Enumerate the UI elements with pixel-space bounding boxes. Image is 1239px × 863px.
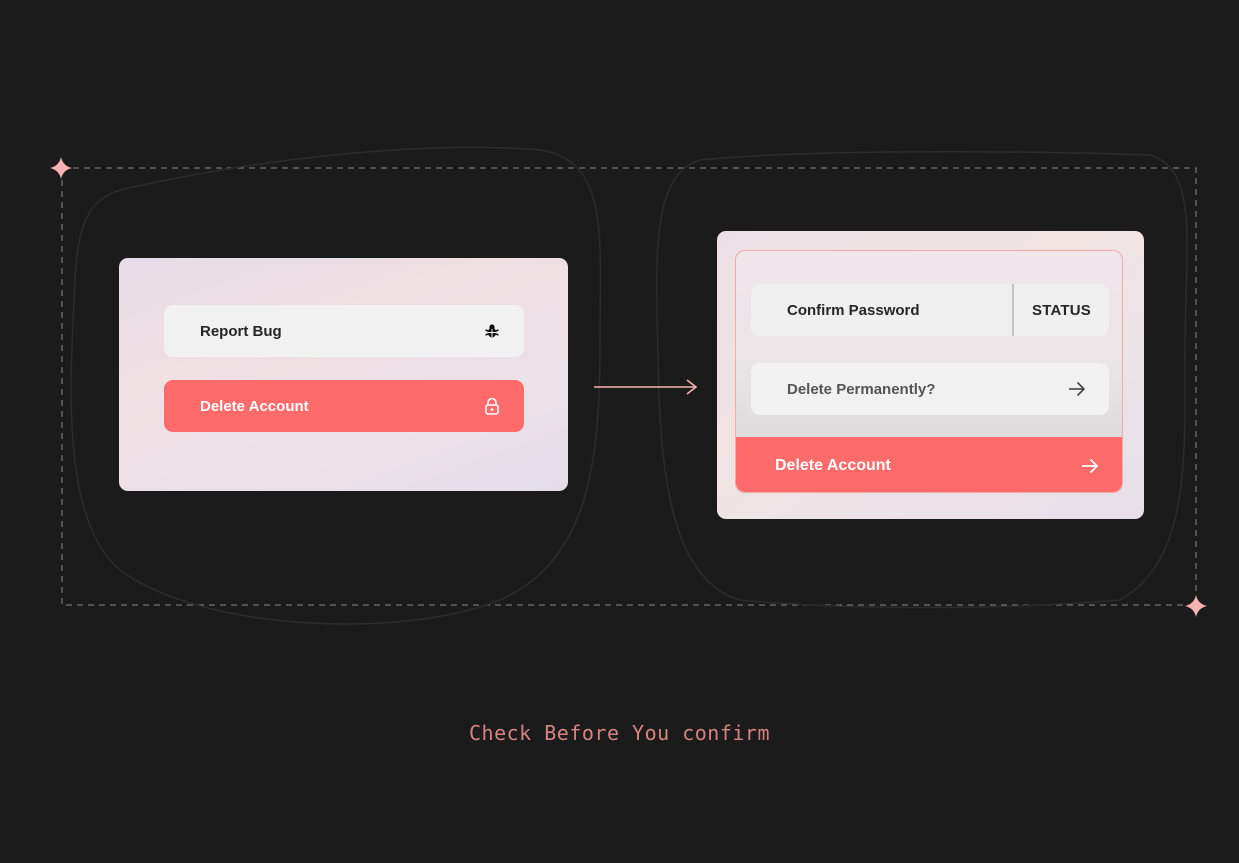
status-badge: STATUS: [1032, 301, 1091, 319]
caption-text: Check Before You confirm: [469, 721, 770, 745]
arrow-right-icon: [1067, 379, 1087, 399]
report-bug-button[interactable]: Report Bug: [164, 305, 524, 357]
lock-icon: [482, 396, 502, 416]
sparkle-icon: [50, 157, 72, 179]
confirm-delete-account-button[interactable]: Delete Account: [736, 437, 1122, 492]
sparkle-icon: [1185, 595, 1207, 617]
confirm-password-label: Confirm Password: [787, 301, 920, 319]
confirm-delete-card: Confirm Password STATUS Delete Permanent…: [717, 231, 1144, 519]
confirm-password-field[interactable]: Confirm Password STATUS: [751, 284, 1109, 336]
delete-account-label: Delete Account: [200, 397, 309, 415]
delete-permanently-label: Delete Permanently?: [787, 380, 936, 398]
report-bug-label: Report Bug: [200, 322, 282, 340]
delete-permanently-row: Delete Permanently?: [736, 361, 1122, 441]
delete-account-button[interactable]: Delete Account: [164, 380, 524, 432]
arrow-right-icon: [594, 379, 698, 395]
arrow-right-icon: [1080, 456, 1100, 476]
canvas: Report Bug Delete Account Confirm Passwo…: [0, 0, 1239, 863]
bug-icon: [482, 321, 502, 341]
account-actions-card: Report Bug Delete Account: [119, 258, 568, 491]
delete-permanently-button[interactable]: Delete Permanently?: [751, 363, 1109, 415]
confirm-panel: Confirm Password STATUS Delete Permanent…: [735, 250, 1123, 493]
delete-account-label: Delete Account: [775, 456, 891, 474]
